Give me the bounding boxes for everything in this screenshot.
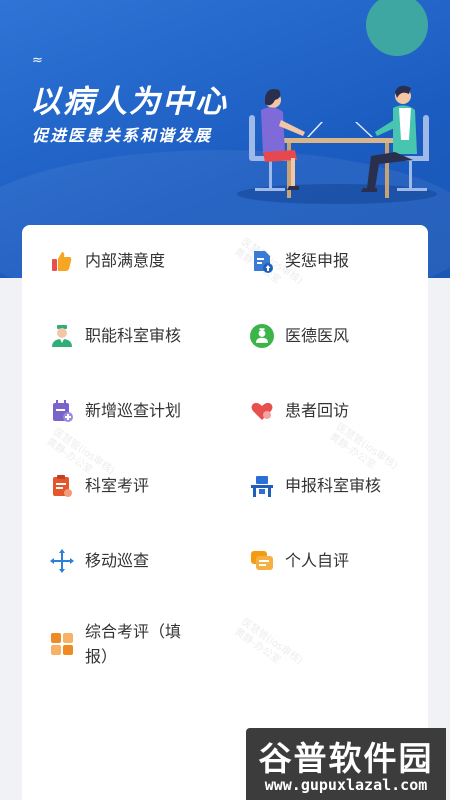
menu-item-label: 职能科室审核 <box>85 326 182 345</box>
site-logo: 谷普软件园 www.gupuxlazal.com <box>246 728 446 800</box>
heart-icon <box>250 399 274 423</box>
clipboard-icon <box>50 474 74 498</box>
menu-item-new-patrol-plan[interactable]: 新增巡查计划 <box>50 399 181 423</box>
thumbs-up-icon <box>50 249 74 273</box>
site-logo-name: 谷普软件园 <box>258 739 434 778</box>
menu-item-label: 申报科室审核 <box>285 476 382 495</box>
menu-item-mobile-patrol[interactable]: 移动巡查 <box>50 549 149 573</box>
menu-item-department-evaluation[interactable]: 科室考评 <box>50 474 149 498</box>
menu-item-internal-satisfaction[interactable]: 内部满意度 <box>50 249 165 273</box>
menu-item-label: 综合考评（填报） <box>85 622 182 666</box>
menu-item-label: 患者回访 <box>285 401 350 420</box>
site-logo-url: www.gupuxlazal.com <box>264 776 428 794</box>
menu-item-patient-follow-up[interactable]: 患者回访 <box>250 399 349 423</box>
menu-item-comprehensive-evaluation[interactable]: 综合考评（填报） <box>50 619 205 669</box>
doctor-icon <box>50 324 74 348</box>
menu-item-label: 医德医风 <box>285 326 350 345</box>
move-arrows-icon <box>50 549 74 573</box>
chat-icon <box>250 549 274 573</box>
document-upload-icon <box>250 249 274 273</box>
banner-subtitle: 促进医患关系和谐发展 <box>32 126 213 145</box>
doctor-badge-icon <box>250 324 274 348</box>
menu-item-self-evaluation[interactable]: 个人自评 <box>250 549 349 573</box>
wave-symbol-icon: ≈ <box>32 53 44 68</box>
menu-item-label: 个人自评 <box>285 551 350 570</box>
grid-icon <box>50 632 74 656</box>
menu-item-label: 新增巡查计划 <box>85 401 182 420</box>
banner-circle-decoration <box>366 0 428 56</box>
calendar-add-icon <box>50 399 74 423</box>
function-menu-card: 医慧管(ios审核)黄静-办公室 医慧管(ios审核)黄静-办公室 医慧管(io… <box>22 225 428 800</box>
doctor-patient-illustration <box>237 85 437 204</box>
menu-item-reward-punishment-report[interactable]: 奖惩申报 <box>250 249 349 273</box>
menu-item-label: 奖惩申报 <box>285 251 350 270</box>
desk-icon <box>250 474 274 498</box>
watermark: 医慧管(ios审核)黄静-办公室 <box>232 616 305 667</box>
banner-title: 以病人为中心 <box>30 84 228 120</box>
menu-item-report-dept-review[interactable]: 申报科室审核 <box>250 474 381 498</box>
menu-item-medical-ethics[interactable]: 医德医风 <box>250 324 349 348</box>
menu-item-label: 内部满意度 <box>85 251 166 270</box>
menu-item-label: 移动巡查 <box>85 551 150 570</box>
menu-item-functional-dept-review[interactable]: 职能科室审核 <box>50 324 181 348</box>
menu-item-label: 科室考评 <box>85 476 150 495</box>
